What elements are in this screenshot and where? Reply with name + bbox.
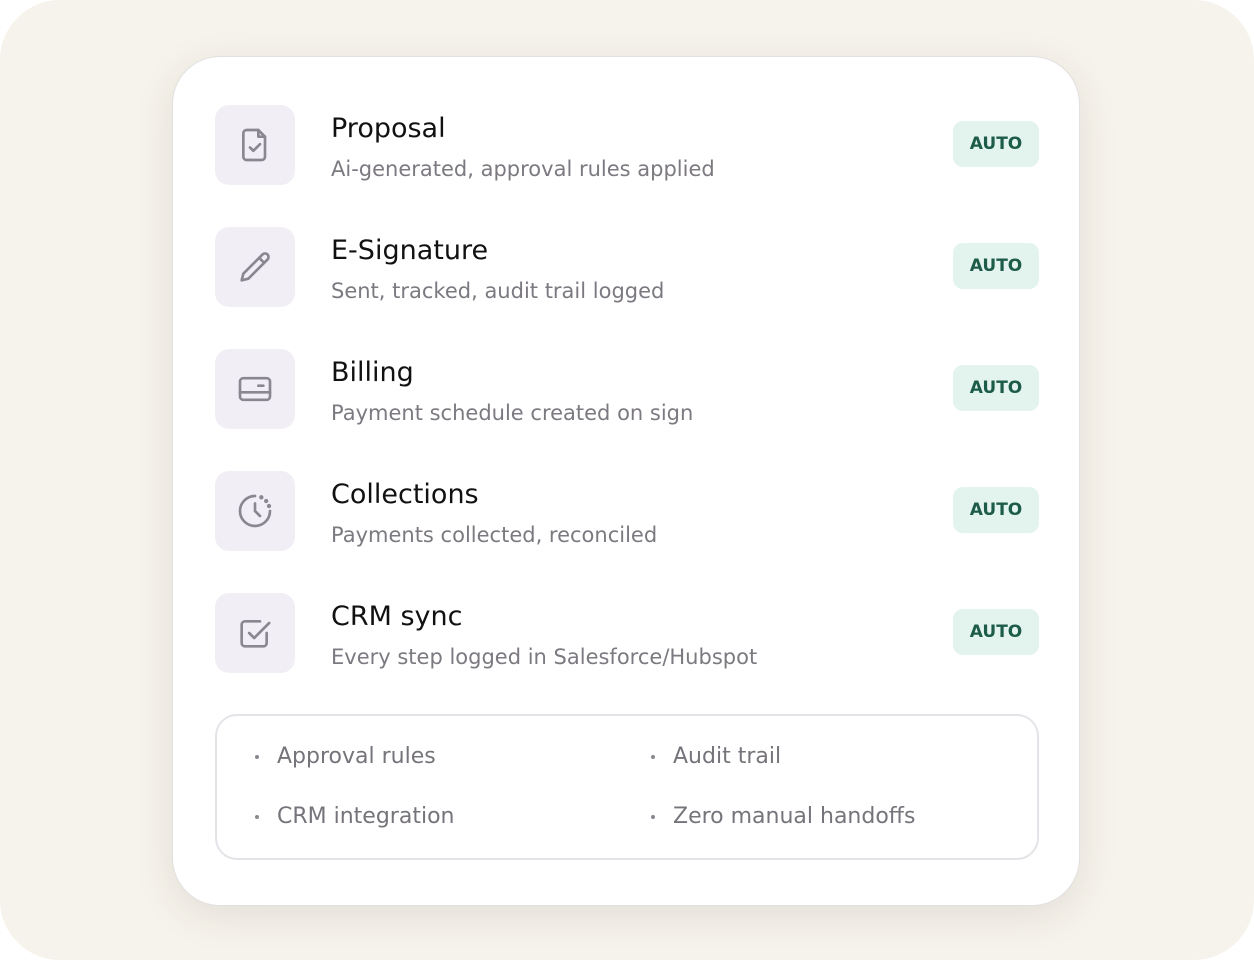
feature-label: CRM integration	[277, 804, 455, 829]
step-title: E-Signature	[331, 235, 489, 266]
bullet-dot-icon	[255, 755, 259, 759]
clock-icon	[215, 471, 295, 551]
bullet-dot-icon	[651, 815, 655, 819]
step-description: Payments collected, reconciled	[331, 523, 658, 547]
auto-badge: AUTO	[953, 487, 1039, 533]
feature-label: Audit trail	[673, 744, 782, 769]
auto-badge: AUTO	[953, 121, 1039, 167]
document-check-icon	[215, 105, 295, 185]
step-description: Every step logged in Salesforce/Hubspot	[331, 645, 758, 669]
auto-badge: AUTO	[953, 243, 1039, 289]
features-box: Approval rules Audit trail CRM integrati…	[215, 714, 1039, 860]
step-proposal: Proposal Ai-generated, approval rules ap…	[215, 105, 1039, 187]
bullet-dot-icon	[255, 815, 259, 819]
step-title: Collections	[331, 479, 479, 510]
step-title: Billing	[331, 357, 414, 388]
step-description: Payment schedule created on sign	[331, 401, 694, 425]
auto-badge: AUTO	[953, 365, 1039, 411]
step-title: Proposal	[331, 113, 446, 144]
bullet-dot-icon	[651, 755, 655, 759]
pencil-icon	[215, 227, 295, 307]
auto-badge: AUTO	[953, 609, 1039, 655]
credit-card-icon	[215, 349, 295, 429]
workflow-card: Proposal Ai-generated, approval rules ap…	[172, 56, 1080, 906]
step-title: CRM sync	[331, 601, 463, 632]
step-description: Sent, tracked, audit trail logged	[331, 279, 665, 303]
feature-label: Approval rules	[277, 744, 436, 769]
step-collections: Collections Payments collected, reconcil…	[215, 471, 1039, 553]
step-crm-sync: CRM sync Every step logged in Salesforce…	[215, 593, 1039, 675]
step-description: Ai-generated, approval rules applied	[331, 157, 715, 181]
step-billing: Billing Payment schedule created on sign…	[215, 349, 1039, 431]
feature-label: Zero manual handoffs	[673, 804, 916, 829]
checkbox-icon	[215, 593, 295, 673]
step-e-signature: E-Signature Sent, tracked, audit trail l…	[215, 227, 1039, 309]
